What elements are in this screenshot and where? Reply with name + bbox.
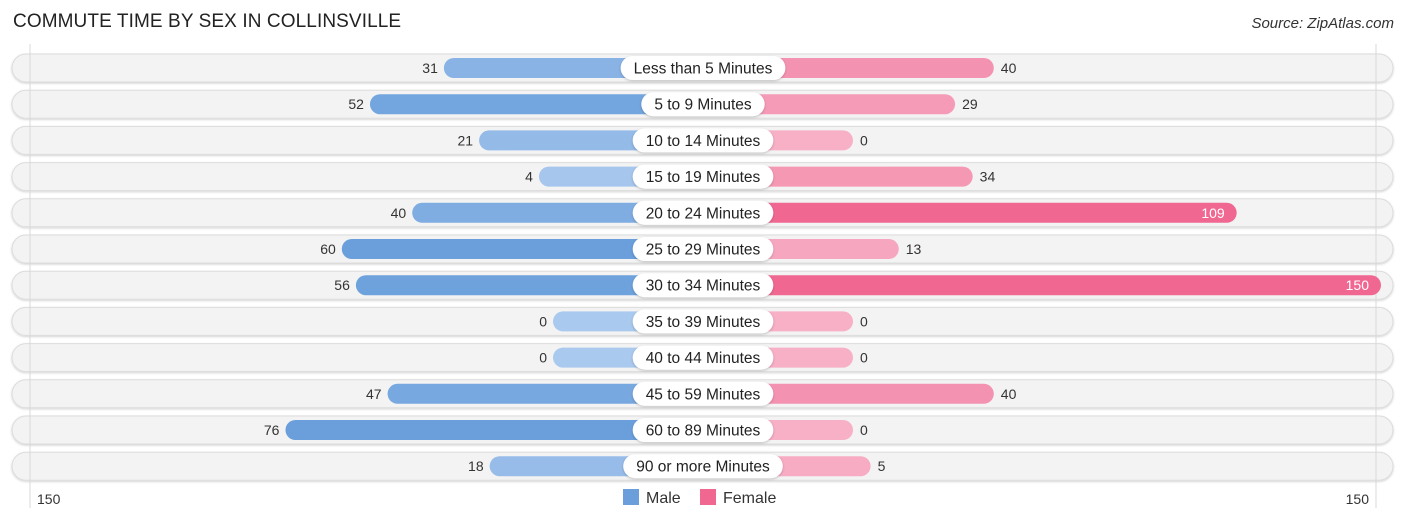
value-label-female: 0 [860,350,868,366]
bars [285,58,1381,477]
value-label-female: 150 [1346,277,1370,293]
legend-label-male: Male [646,490,681,507]
value-label-male: 18 [468,458,484,474]
value-label-female: 34 [980,169,996,185]
diverging-bar-chart: Less than 5 Minutes 5 to 9 Minutes 10 to 1… [11,44,1394,508]
category-label: 10 to 14 Minutes [646,133,761,150]
category-label: 40 to 44 Minutes [646,350,761,367]
bar-female [703,202,1237,223]
value-label-male: 0 [539,313,547,329]
category-label: 60 to 89 Minutes [646,423,761,440]
legend-swatch-male [623,489,639,505]
value-label-male: 60 [320,241,336,257]
category-label: 90 or more Minutes [636,459,770,476]
category-label: 45 to 59 Minutes [646,386,761,403]
value-labels: 31 40 52 29 21 0 4 34 40 109 60 13 56 150 0 0 0 0 47 40 76 0 1… [264,60,1369,474]
value-label-male: 31 [422,60,438,76]
value-label-female: 13 [906,241,922,257]
category-label: 35 to 39 Minutes [646,314,761,331]
value-label-male: 0 [539,350,547,366]
value-label-male: 40 [391,205,407,221]
category-label: 15 to 19 Minutes [646,169,761,186]
value-label-female: 40 [1001,386,1017,402]
value-label-male: 47 [366,386,382,402]
category-labels: Less than 5 Minutes 5 to 9 Minutes 10 to 1… [620,56,786,479]
category-label: Less than 5 Minutes [634,61,773,78]
axis-label-right: 150 [1346,491,1370,507]
axis-label-left: 150 [37,491,61,507]
legend-swatch-female [700,489,716,505]
value-label-female: 109 [1201,205,1225,221]
category-label: 5 to 9 Minutes [654,97,752,114]
category-label: 30 to 34 Minutes [646,278,761,295]
row-backgrounds [11,53,1394,481]
value-label-male: 21 [458,132,474,148]
value-label-female: 29 [962,96,978,112]
value-label-male: 76 [264,422,280,438]
legend: Male Female [623,489,776,507]
value-label-female: 0 [860,422,868,438]
value-label-male: 4 [525,169,533,185]
value-label-female: 40 [1001,60,1017,76]
value-label-male: 52 [348,96,364,112]
category-label: 20 to 24 Minutes [646,205,761,222]
category-label: 25 to 29 Minutes [646,242,761,259]
value-label-female: 5 [878,458,886,474]
legend-label-female: Female [723,490,776,507]
value-label-male: 56 [334,277,350,293]
value-label-female: 0 [860,132,868,148]
bar-female [703,275,1381,296]
value-label-female: 0 [860,313,868,329]
